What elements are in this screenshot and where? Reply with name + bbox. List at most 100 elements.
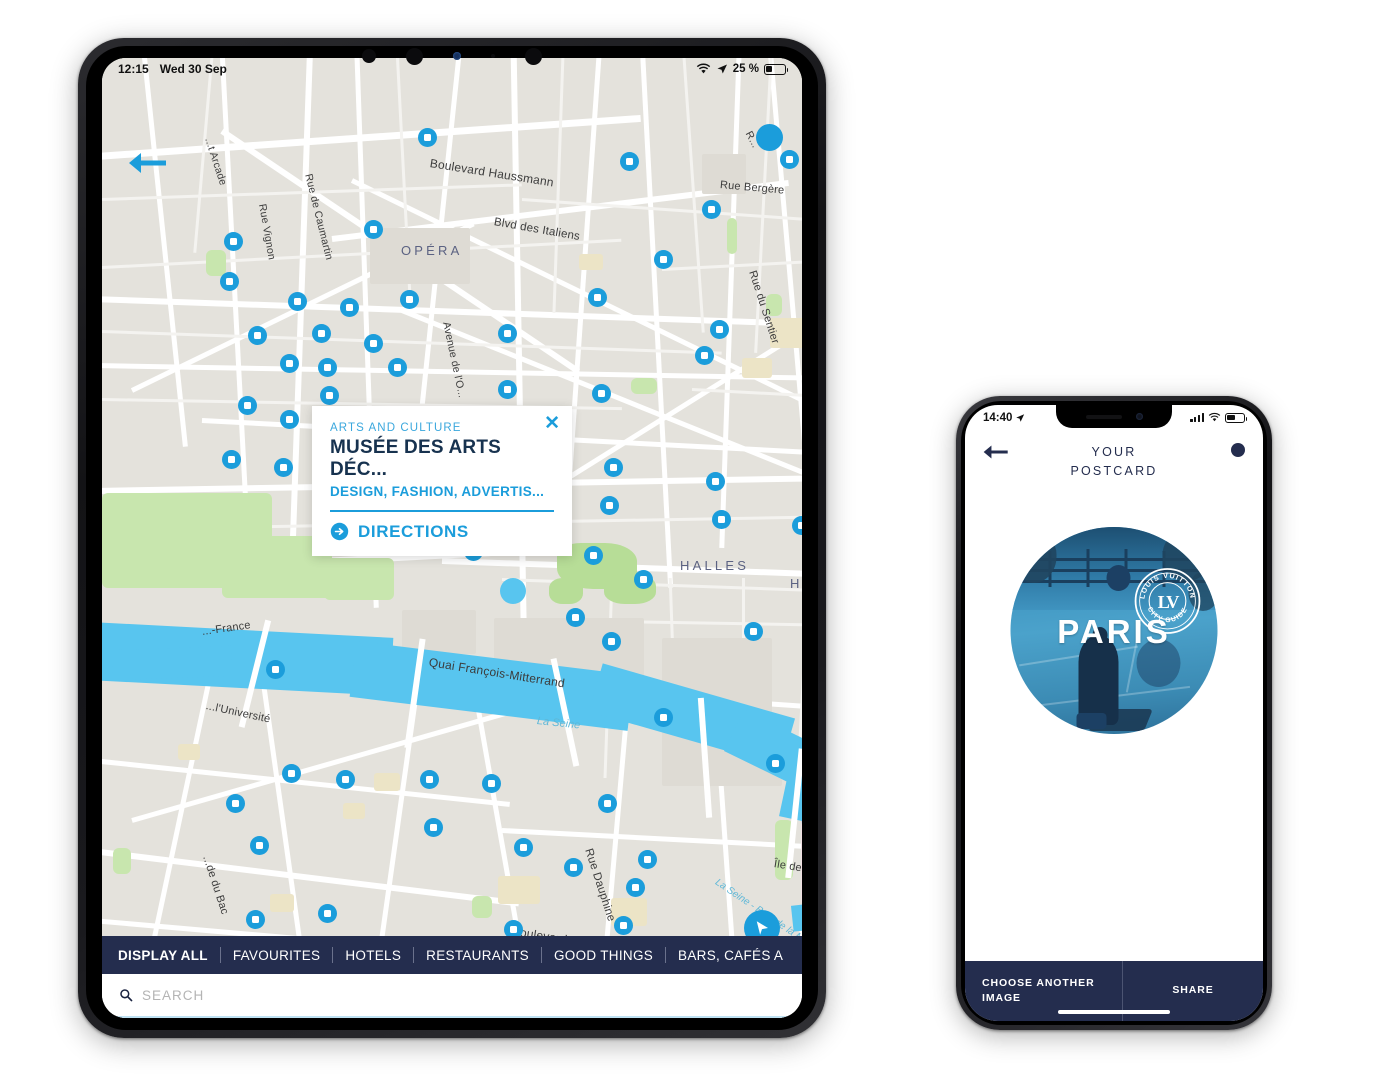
map-poi-marker[interactable] — [588, 288, 607, 307]
map-poi-marker[interactable] — [364, 334, 383, 353]
map-poi-marker[interactable] — [498, 380, 517, 399]
map-poi-marker[interactable] — [364, 220, 383, 239]
filter-display-all[interactable]: DISPLAY ALL — [118, 948, 220, 963]
map-poi-marker[interactable] — [274, 458, 293, 477]
map-poi-marker[interactable] — [226, 794, 245, 813]
map-poi-marker[interactable] — [418, 128, 437, 147]
back-button[interactable] — [128, 150, 168, 181]
map-poi-marker[interactable] — [514, 838, 533, 857]
filter-bars-cafes[interactable]: BARS, CAFÉS A — [666, 948, 795, 963]
map-poi-marker[interactable] — [654, 250, 673, 269]
map-poi-marker[interactable] — [318, 904, 337, 923]
map-poi-marker[interactable] — [654, 708, 673, 727]
map-poi-marker[interactable] — [702, 200, 721, 219]
close-icon[interactable]: ✕ — [544, 414, 560, 433]
map-poi-marker[interactable] — [584, 546, 603, 565]
location-arrow-icon — [717, 64, 727, 74]
map-poi-marker[interactable] — [626, 878, 645, 897]
directions-button[interactable]: DIRECTIONS — [330, 522, 554, 542]
earpiece-speaker-icon — [1085, 414, 1122, 419]
map-poi-marker[interactable] — [318, 358, 337, 377]
page-title: YOUR POSTCARD — [965, 443, 1263, 482]
map-district-label: HALLES — [680, 558, 750, 573]
map-poi-marker[interactable] — [336, 770, 355, 789]
page-title-line1: YOUR — [1091, 445, 1137, 459]
map-poi-marker[interactable] — [248, 326, 267, 345]
poi-title: MUSÉE DES ARTS DÉC... — [330, 437, 502, 480]
status-time: 14:40 — [983, 411, 1013, 424]
map-poi-marker[interactable] — [780, 150, 799, 169]
map-district-label: HALLES — [790, 576, 802, 591]
map-poi-marker[interactable] — [266, 660, 285, 679]
map-poi-marker[interactable] — [604, 458, 623, 477]
map-poi-marker[interactable] — [238, 396, 257, 415]
louis-vuitton-city-guide-seal-icon: LOUIS VUITTON CITY GUIDE LV — [1134, 568, 1201, 634]
map-poi-marker[interactable] — [320, 386, 339, 405]
map-poi-marker[interactable] — [280, 354, 299, 373]
map-poi-marker[interactable] — [246, 910, 265, 929]
filter-restaurants[interactable]: RESTAURANTS — [414, 948, 541, 963]
map-poi-marker[interactable] — [400, 290, 419, 309]
sensor-dot — [362, 49, 376, 63]
map-poi-marker[interactable] — [620, 152, 639, 171]
category-filter-bar[interactable]: DISPLAY ALL FAVOURITES HOTELS RESTAURANT… — [102, 936, 802, 974]
map-poi-marker[interactable] — [744, 622, 763, 641]
map-poi-marker[interactable] — [498, 324, 517, 343]
postcard-image[interactable]: PARIS LOUIS VUITTON CITY GUIDE LV — [1010, 527, 1218, 734]
map-poi-marker[interactable] — [710, 320, 729, 339]
map-poi-marker[interactable] — [592, 384, 611, 403]
map-poi-marker[interactable] — [312, 324, 331, 343]
poi-category: ARTS AND CULTURE — [330, 422, 462, 434]
map-poi-marker[interactable] — [388, 358, 407, 377]
map-poi-marker[interactable] — [598, 794, 617, 813]
ipad-device: Boulevard Haussmann Blvd des Italiens Ru… — [78, 38, 826, 1038]
map-poi-marker[interactable] — [600, 496, 619, 515]
map-poi-marker[interactable] — [482, 774, 501, 793]
truedepth-sensor-icon — [453, 52, 461, 60]
map-poi-marker[interactable] — [706, 472, 725, 491]
map-poi-marker[interactable] — [222, 450, 241, 469]
map-poi-marker[interactable] — [602, 632, 621, 651]
map-poi-marker[interactable] — [634, 570, 653, 589]
back-arrow-icon — [129, 153, 166, 173]
status-time: 12:15 — [118, 62, 149, 76]
filter-hotels[interactable]: HOTELS — [333, 948, 413, 963]
page-title-line2: POSTCARD — [1070, 464, 1158, 479]
map-poi-marker[interactable] — [695, 346, 714, 365]
map-poi-marker[interactable] — [220, 272, 239, 291]
map-poi-marker[interactable] — [424, 818, 443, 837]
map-poi-marker[interactable] — [282, 764, 301, 783]
map-poi-marker[interactable] — [420, 770, 439, 789]
ipad-front-sensors — [347, 47, 557, 65]
map-poi-marker[interactable] — [712, 510, 731, 529]
front-camera-icon — [1135, 413, 1143, 420]
svg-text:LV: LV — [1158, 592, 1181, 612]
status-date: Wed 30 Sep — [159, 62, 227, 76]
filter-good-things[interactable]: GOOD THINGS — [542, 948, 665, 963]
search-bar[interactable]: SEARCH — [102, 974, 802, 1018]
signal-bars-icon — [1190, 413, 1204, 422]
poi-subtitle: DESIGN, FASHION, ADVERTIS... — [330, 484, 545, 499]
map-poi-marker[interactable] — [564, 858, 583, 877]
map-poi-marker[interactable] — [566, 608, 585, 627]
map-poi-marker[interactable] — [288, 292, 307, 311]
back-arrow-icon[interactable] — [983, 443, 1009, 461]
map-poi-marker[interactable] — [340, 298, 359, 317]
map-poi-marker[interactable] — [224, 232, 243, 251]
locate-cursor-icon — [756, 921, 768, 935]
sensor-dot — [525, 47, 542, 65]
map-poi-marker[interactable] — [766, 754, 785, 773]
map-poi-marker[interactable] — [250, 836, 269, 855]
map-poi-marker[interactable] — [280, 410, 299, 429]
front-camera-icon — [406, 47, 423, 65]
map-poi-marker-large[interactable] — [756, 124, 783, 151]
choose-another-image-button[interactable]: CHOOSE ANOTHER IMAGE — [965, 976, 1122, 1006]
map-poi-marker[interactable] — [614, 916, 633, 935]
filter-favourites[interactable]: FAVOURITES — [221, 948, 333, 963]
search-input[interactable]: SEARCH — [142, 988, 204, 1003]
iphone-device: 14:40 YOUR POSTCARD PARIS LOUIS VUITTON … — [956, 396, 1272, 1030]
home-indicator[interactable] — [1058, 1009, 1170, 1014]
battery-icon — [1225, 412, 1248, 423]
share-button[interactable]: SHARE — [1123, 983, 1263, 998]
map-poi-marker[interactable] — [638, 850, 657, 869]
